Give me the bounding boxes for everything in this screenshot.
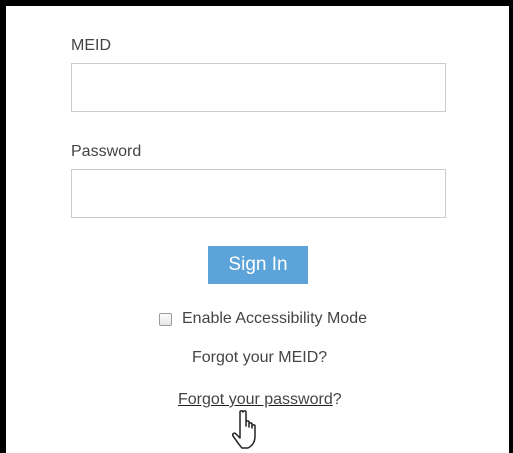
sign-in-button[interactable]: Sign In <box>208 246 308 284</box>
window-edge <box>509 0 513 453</box>
meid-label: MEID <box>71 37 111 54</box>
forgot-password-link[interactable]: Forgot your password? <box>178 391 342 409</box>
accessibility-mode-option[interactable]: Enable Accessibility Mode <box>159 310 367 328</box>
forgot-meid-link[interactable]: Forgot your MEID? <box>192 349 327 367</box>
meid-input[interactable] <box>71 63 446 112</box>
hand-pointer-icon <box>232 410 256 449</box>
forgot-password-suffix: ? <box>332 391 342 408</box>
login-panel: MEID Password Sign In Enable Accessibili… <box>6 6 509 453</box>
accessibility-mode-label: Enable Accessibility Mode <box>182 310 367 327</box>
accessibility-mode-checkbox[interactable] <box>159 313 172 326</box>
password-label: Password <box>71 143 142 160</box>
forgot-password-link-text[interactable]: Forgot your password <box>178 391 333 408</box>
password-input[interactable] <box>71 169 446 218</box>
